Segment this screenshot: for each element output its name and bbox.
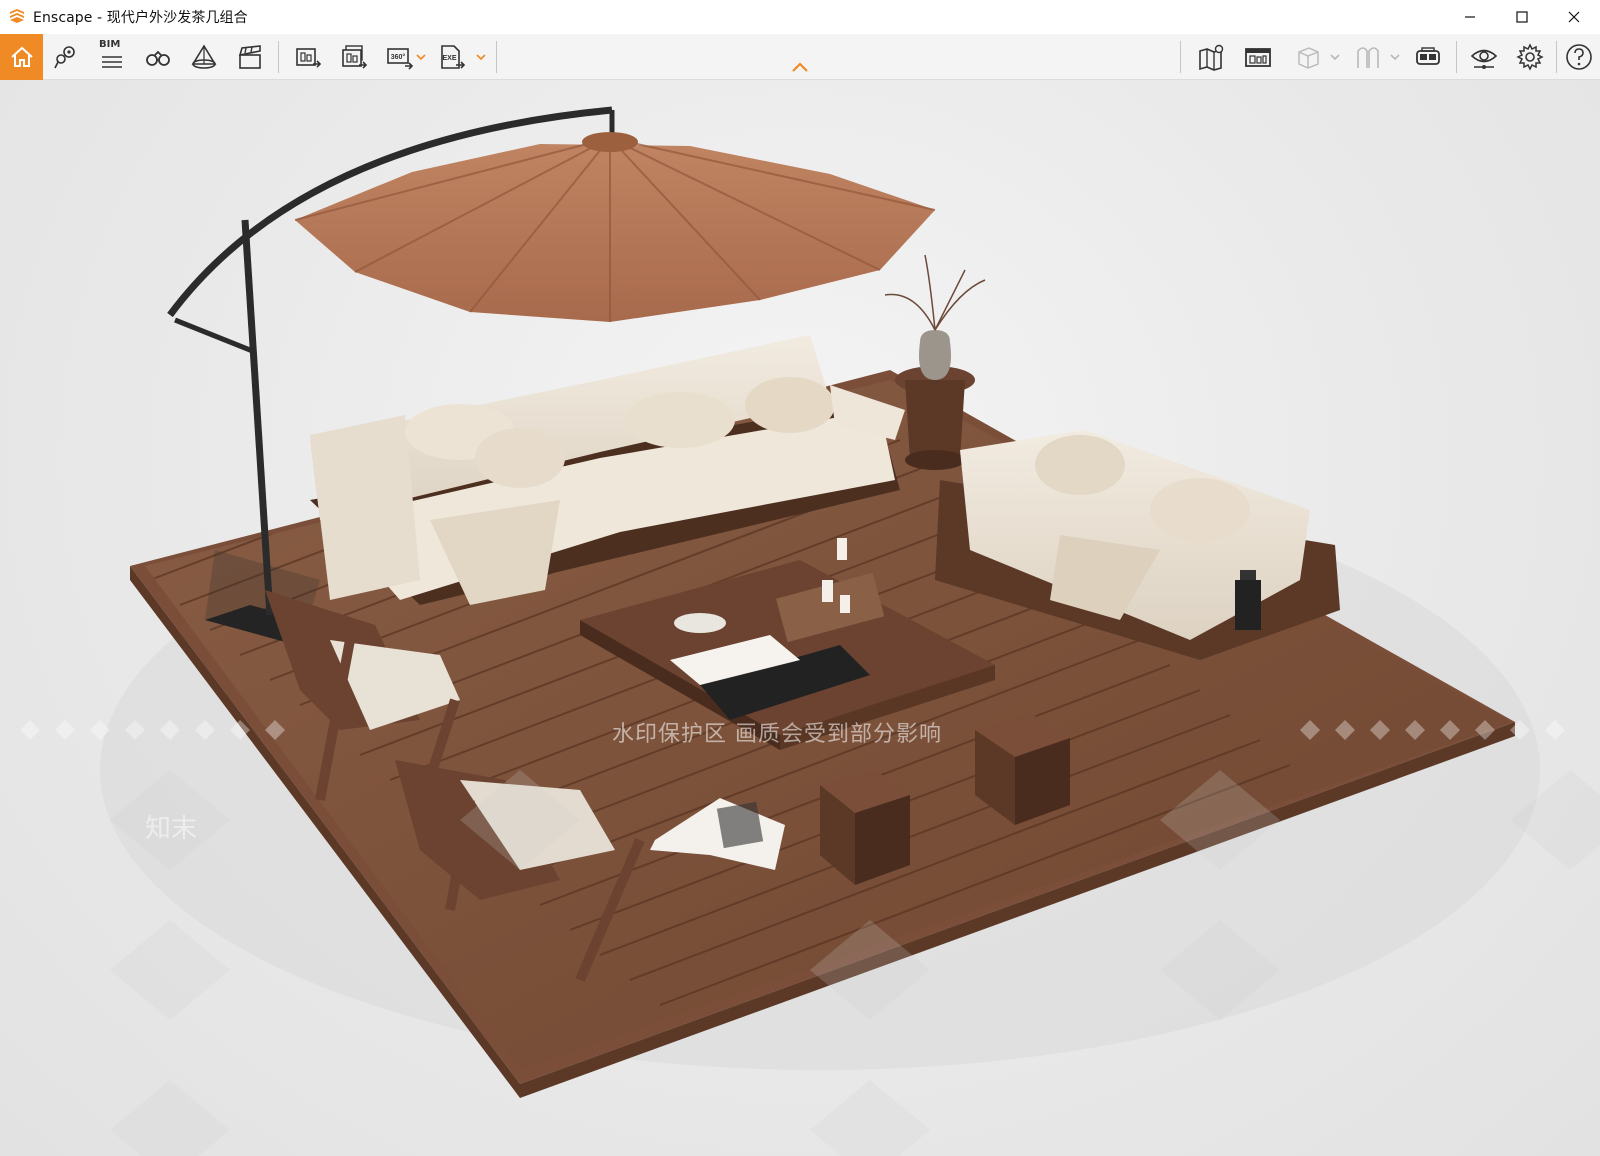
settings-button[interactable] bbox=[1508, 34, 1552, 80]
collapse-toolbar-chevron[interactable] bbox=[788, 58, 812, 76]
window-title: Enscape - 现代户外沙发茶几组合 bbox=[33, 10, 248, 26]
map-button[interactable] bbox=[1190, 34, 1234, 80]
toolbar-separator bbox=[1556, 41, 1557, 73]
maximize-button[interactable] bbox=[1496, 0, 1548, 34]
cube-icon bbox=[1298, 47, 1319, 69]
cube-button[interactable] bbox=[1286, 34, 1330, 80]
help-button[interactable] bbox=[1558, 34, 1600, 80]
chevron-down-icon bbox=[1390, 54, 1400, 61]
minimize-icon bbox=[1465, 16, 1475, 18]
gear-icon bbox=[1516, 43, 1544, 71]
render-gallery-icon bbox=[1245, 48, 1271, 67]
visual-settings-icon bbox=[191, 44, 217, 69]
chevron-down-icon bbox=[416, 54, 426, 61]
watermark-logo: 知末 bbox=[145, 814, 198, 844]
screenshot-icon bbox=[296, 48, 322, 68]
asset-library-button[interactable] bbox=[182, 34, 226, 80]
window-controls bbox=[1444, 0, 1600, 34]
look-around-button[interactable] bbox=[136, 34, 180, 80]
screenshot-button[interactable] bbox=[286, 34, 330, 80]
location-icon bbox=[54, 46, 75, 69]
svg-text:360°: 360° bbox=[391, 53, 406, 61]
gallery-button[interactable] bbox=[1236, 34, 1280, 80]
batch-render-button[interactable] bbox=[332, 34, 376, 80]
maximize-icon bbox=[1516, 11, 1528, 23]
visual-settings-button[interactable] bbox=[1462, 34, 1506, 80]
toolbar-separator bbox=[1180, 41, 1181, 73]
binoculars-icon bbox=[146, 50, 170, 66]
enscape-logo-icon bbox=[10, 9, 24, 23]
map-icon bbox=[1199, 44, 1224, 71]
toolbar-separator bbox=[278, 41, 279, 73]
minimize-button[interactable] bbox=[1444, 0, 1496, 34]
panorama-icon: 360° bbox=[387, 48, 414, 70]
title-bar: Enscape - 现代户外沙发茶几组合 bbox=[0, 0, 1600, 34]
help-icon bbox=[1566, 44, 1592, 70]
toolbar-separator bbox=[1456, 41, 1457, 73]
vr-headset-icon bbox=[1416, 47, 1440, 65]
scene-render bbox=[20, 106, 1600, 1156]
views-button[interactable] bbox=[44, 34, 88, 80]
close-icon bbox=[1568, 11, 1580, 23]
video-editor-icon bbox=[238, 45, 261, 69]
batch-render-icon bbox=[342, 45, 368, 69]
xray-icon bbox=[1357, 47, 1379, 68]
video-editor-button[interactable] bbox=[228, 34, 272, 80]
cube-dropdown[interactable] bbox=[1328, 34, 1342, 80]
bim-label: BIM bbox=[99, 39, 121, 50]
home-icon bbox=[10, 46, 33, 67]
export-button[interactable]: EXE bbox=[430, 34, 474, 80]
panorama-dropdown[interactable] bbox=[414, 34, 428, 80]
close-button[interactable] bbox=[1548, 0, 1600, 34]
eye-icon bbox=[1470, 49, 1498, 69]
svg-text:EXE: EXE bbox=[442, 55, 456, 62]
chevron-down-icon bbox=[1330, 54, 1340, 61]
chevron-down-icon bbox=[476, 54, 486, 61]
export-exe-icon: EXE bbox=[441, 45, 466, 69]
render-viewport[interactable]: 水印保护区 画质会受到部分影响 知末 bbox=[0, 80, 1600, 1156]
xray-button[interactable] bbox=[1346, 34, 1390, 80]
toolbar-separator bbox=[496, 41, 497, 73]
home-button[interactable] bbox=[0, 34, 43, 80]
vr-button[interactable] bbox=[1406, 34, 1450, 80]
watermark-text: 水印保护区 画质会受到部分影响 bbox=[612, 722, 942, 747]
export-dropdown[interactable] bbox=[474, 34, 488, 80]
xray-dropdown[interactable] bbox=[1388, 34, 1402, 80]
